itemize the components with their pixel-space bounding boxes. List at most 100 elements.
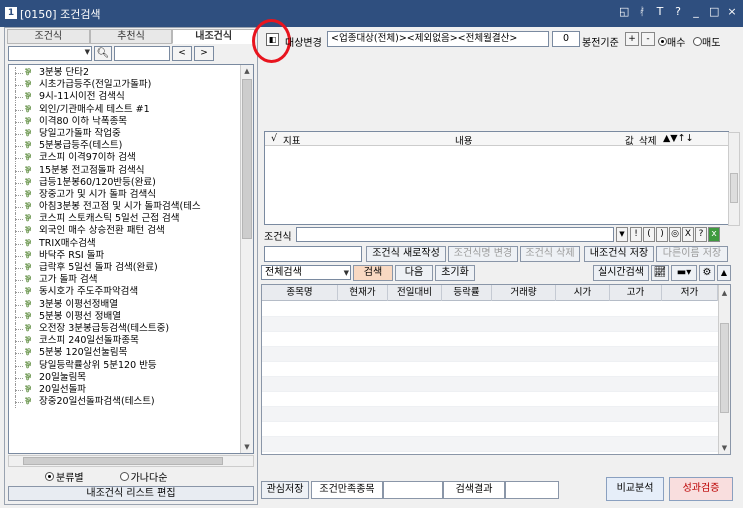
minimize-icon[interactable]: _: [691, 5, 701, 18]
realtime-search-button[interactable]: 실시간검색: [593, 265, 649, 281]
table-row[interactable]: [262, 422, 718, 437]
table-row[interactable]: [262, 332, 718, 347]
minus-button[interactable]: -: [641, 32, 655, 46]
compare-analysis-button[interactable]: 비교분석: [606, 477, 664, 501]
list-item[interactable]: ⅌ 당일등락률상위 5분120 반등: [9, 359, 241, 372]
list-item[interactable]: ⅌ 3분봉 이평선정배열: [9, 298, 241, 311]
expression-input[interactable]: [296, 227, 614, 242]
expr-open-paren-button[interactable]: (: [643, 227, 655, 242]
radio-sell[interactable]: 매도: [693, 34, 720, 49]
list-item[interactable]: ⅌ 오전장 3분봉급등검색(테스트중): [9, 322, 241, 336]
list-item[interactable]: ⅌ 5분봉급등주(테스트): [9, 140, 241, 153]
list-item[interactable]: ⅌ 아침3분봉 전고점 및 시가 돌파검색(테스: [9, 201, 241, 214]
col-stock-name[interactable]: 종목명: [262, 285, 338, 301]
scope-select[interactable]: 전체검색 ▼: [261, 265, 351, 280]
reset-button[interactable]: 초기화: [435, 265, 475, 281]
radio-by-category[interactable]: 분류별: [45, 469, 84, 484]
scroll-up-icon[interactable]: ▲: [241, 65, 253, 77]
list-item[interactable]: ⅌ 급등1분봉60/120반등(완료): [9, 176, 241, 189]
expr-close-paren-button[interactable]: ): [656, 227, 668, 242]
radio-alphabetical[interactable]: 가나다순: [119, 469, 167, 484]
expr-not-button[interactable]: !: [630, 227, 642, 242]
list-item[interactable]: ⅌ 급락후 5일선 돌파 검색(완료): [9, 262, 241, 275]
col-change[interactable]: 전일대비: [388, 285, 442, 301]
list-item[interactable]: ⅌ 코스피 이격97이하 검색: [9, 152, 241, 165]
table-row[interactable]: [262, 302, 718, 317]
radio-buy[interactable]: 매수: [658, 34, 685, 49]
expr-x-button[interactable]: X: [682, 227, 694, 242]
expr-target-button[interactable]: ◎: [669, 227, 681, 242]
next-result-button[interactable]: 다음: [395, 265, 433, 281]
rename-condition-button[interactable]: 조건식명 변경: [448, 246, 518, 262]
col-open[interactable]: 시가: [556, 285, 610, 301]
table-row[interactable]: [262, 317, 718, 332]
list-item[interactable]: ⅌ 코스피 240일선돌파종목: [9, 335, 241, 348]
col-change-rate[interactable]: 등락률: [442, 285, 492, 301]
grid-scrollbar[interactable]: ▲ ▼: [718, 285, 730, 454]
list-item[interactable]: ⅌ 5분봉 120일선눌림목: [9, 347, 241, 360]
delete-condition-button[interactable]: 조건식 삭제: [520, 246, 580, 262]
pin-icon[interactable]: ᚯ: [637, 5, 647, 18]
scroll-thumb[interactable]: [730, 173, 738, 203]
close-icon[interactable]: ×: [727, 5, 737, 18]
tab-condition[interactable]: 조건식: [7, 29, 90, 44]
scroll-up-icon[interactable]: ▲: [719, 287, 730, 299]
list-item[interactable]: ⅌ 당일고가돌파 작업중: [9, 127, 241, 141]
tab-my-condition[interactable]: 내조건식: [172, 29, 256, 44]
target-text[interactable]: <업종대상(전체)><제외없음><전체월결산>: [327, 31, 549, 47]
arrows-header[interactable]: ▲▼↑↓: [663, 133, 694, 144]
scroll-down-icon[interactable]: ▼: [241, 441, 253, 453]
table-row[interactable]: [262, 437, 718, 452]
new-condition-button[interactable]: 조건식 새로작성: [366, 246, 446, 262]
list-item[interactable]: ⅌ TRIX매수검색: [9, 237, 241, 250]
search-icon[interactable]: 🔍︎: [94, 46, 112, 61]
col-low[interactable]: 저가: [662, 285, 718, 301]
plus-button[interactable]: +: [625, 32, 639, 46]
list-item[interactable]: ⅌ 이격80 이하 낙폭종목: [9, 115, 241, 128]
list-item[interactable]: ⅌ 장중고가 및 시가 돌파 검색식: [9, 188, 241, 202]
settings-gear-icon[interactable]: ⚙: [699, 265, 715, 281]
expr-help-button[interactable]: ?: [695, 227, 707, 242]
list-item[interactable]: ⅌ 코스피 스토캐스틱 5일선 근접 검색: [9, 213, 241, 226]
search-button[interactable]: 검색: [353, 265, 393, 281]
save-as-button[interactable]: 다른이름 저장: [656, 246, 728, 262]
help-icon[interactable]: ?: [673, 5, 683, 18]
col-volume[interactable]: 거래량: [492, 285, 556, 301]
table-row[interactable]: [262, 347, 718, 362]
table-row[interactable]: [262, 407, 718, 422]
list-item[interactable]: ⅌ 20일눌림목: [9, 371, 241, 384]
list-item[interactable]: ⅌ 15분봉 전고점돌파 검색식: [9, 164, 241, 177]
list-item[interactable]: ⅌ 장중20일선돌파검색(테스트): [9, 396, 241, 409]
list-item[interactable]: ⅌ 동시호가 주도주파악검색: [9, 286, 241, 299]
condition-name-input[interactable]: [264, 246, 362, 262]
list-item[interactable]: ⅌ 외국인 매수 상승전환 패턴 검색: [9, 225, 241, 238]
hscroll-thumb[interactable]: [23, 457, 223, 465]
list-menu-icon[interactable]: ▬▾: [671, 265, 697, 281]
scroll-down-icon[interactable]: ▼: [719, 442, 730, 454]
list-item[interactable]: ⅌ 9시-11시이전 검색식: [9, 91, 241, 104]
restore-icon[interactable]: ◱: [619, 5, 629, 18]
col-high[interactable]: 고가: [610, 285, 662, 301]
list-item[interactable]: ⅌ 3분봉 단타2: [9, 67, 241, 80]
next-button[interactable]: >: [194, 46, 214, 61]
condition-scrollbar[interactable]: [728, 132, 740, 226]
save-condition-button[interactable]: 내조건식 저장: [584, 246, 654, 262]
font-size-icon[interactable]: T: [655, 5, 665, 18]
expr-dropdown-icon[interactable]: ▼: [616, 227, 628, 242]
scroll-thumb[interactable]: [242, 79, 252, 239]
search-input[interactable]: [114, 46, 170, 61]
tab-recommended[interactable]: 추천식: [89, 29, 173, 44]
list-item[interactable]: ⅌ 바닥주 RSI 돌파: [9, 249, 241, 262]
tree-scrollbar[interactable]: ▲ ▼: [240, 65, 253, 453]
list-item[interactable]: ⅌ 고가 돌파 검색: [9, 274, 241, 287]
maximize-icon[interactable]: □: [709, 5, 719, 18]
chart-icon[interactable]: 📈︎: [651, 265, 669, 281]
list-item[interactable]: ⅌ 20일선돌파: [9, 383, 241, 397]
bong-input[interactable]: 0: [552, 31, 580, 47]
list-item[interactable]: ⅌ 외인/기관매수세 테스트 #1: [9, 103, 241, 116]
edit-list-button[interactable]: 내조건식 리스트 편집: [8, 486, 254, 501]
tree-hscrollbar[interactable]: [8, 455, 254, 467]
col-current-price[interactable]: 현재가: [338, 285, 388, 301]
scroll-thumb[interactable]: [720, 323, 729, 413]
target-change-label[interactable]: 대상변경: [285, 34, 322, 49]
